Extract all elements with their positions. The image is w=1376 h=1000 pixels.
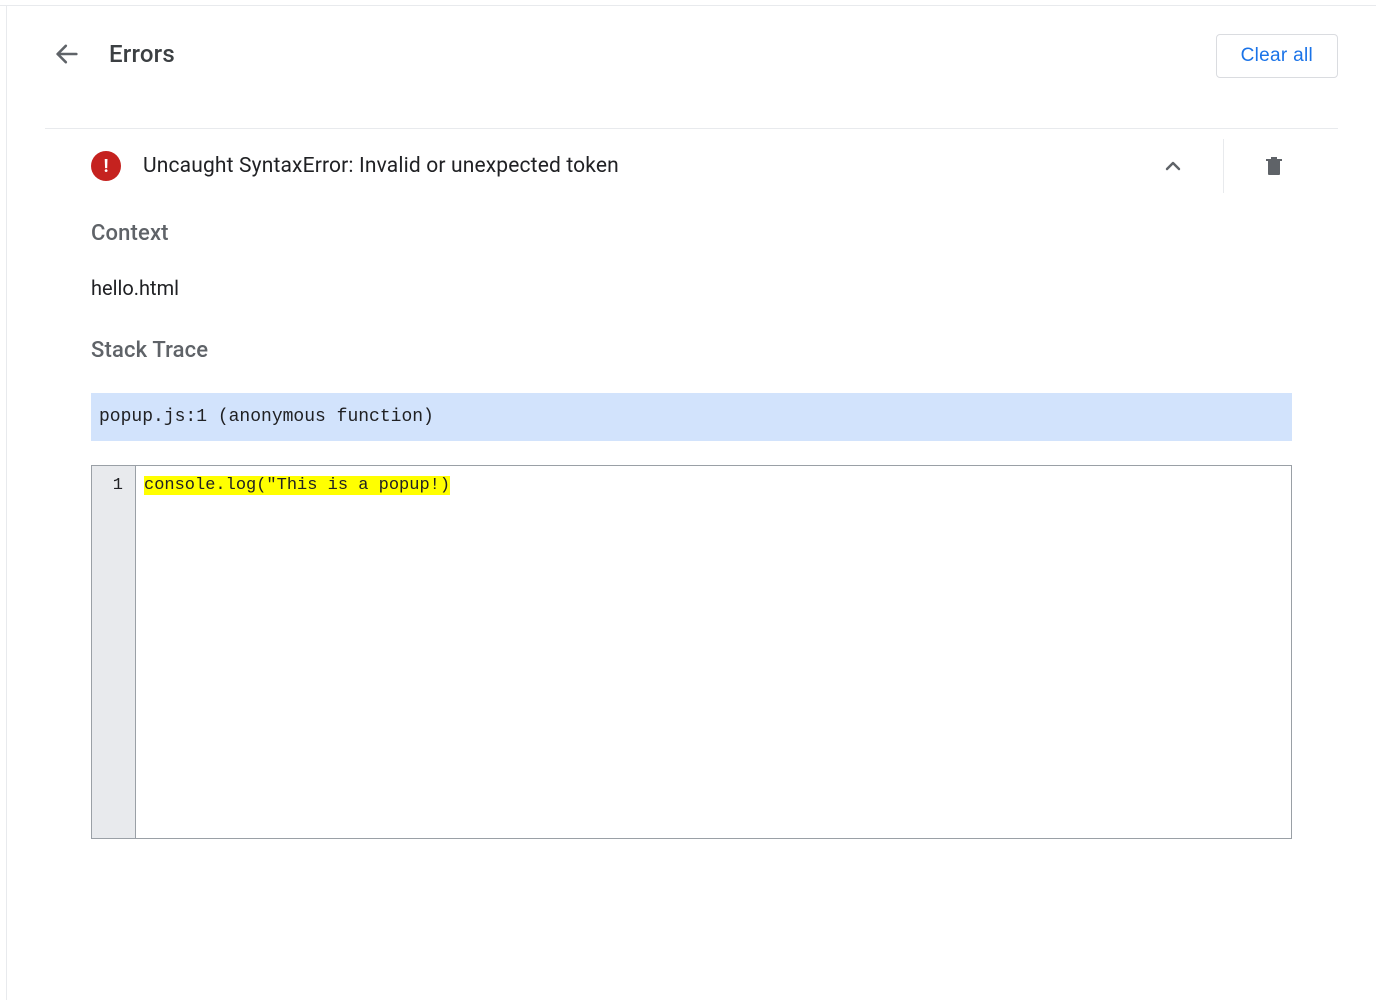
window-left-edge — [6, 6, 7, 1000]
code-highlight: console.log("This is a popup!) — [144, 476, 450, 495]
error-icon: ! — [91, 151, 121, 181]
back-button[interactable] — [47, 34, 87, 74]
collapse-button[interactable] — [1153, 146, 1193, 186]
context-value: hello.html — [91, 276, 1292, 300]
chevron-up-icon — [1161, 154, 1185, 178]
code-gutter: 1 — [92, 466, 136, 838]
action-divider — [1223, 139, 1224, 193]
delete-error-button[interactable] — [1254, 146, 1294, 186]
context-label: Context — [91, 221, 1292, 246]
error-actions — [1153, 139, 1300, 193]
stack-trace-label: Stack Trace — [91, 338, 1292, 363]
code-content: console.log("This is a popup!) — [136, 466, 1291, 838]
stack-trace-line[interactable]: popup.js:1 (anonymous function) — [91, 393, 1292, 441]
trash-icon — [1262, 154, 1286, 178]
error-item-header[interactable]: ! Uncaught SyntaxError: Invalid or unexp… — [45, 129, 1338, 203]
error-item-body: Context hello.html Stack Trace popup.js:… — [45, 203, 1338, 839]
error-message: Uncaught SyntaxError: Invalid or unexpec… — [143, 154, 619, 178]
clear-all-button[interactable]: Clear all — [1216, 34, 1338, 78]
page-title: Errors — [109, 40, 175, 68]
line-number: 1 — [92, 476, 123, 495]
arrow-left-icon — [53, 40, 81, 68]
code-viewer: 1 console.log("This is a popup!) — [91, 465, 1292, 839]
page-header: Errors Clear all — [45, 6, 1338, 98]
